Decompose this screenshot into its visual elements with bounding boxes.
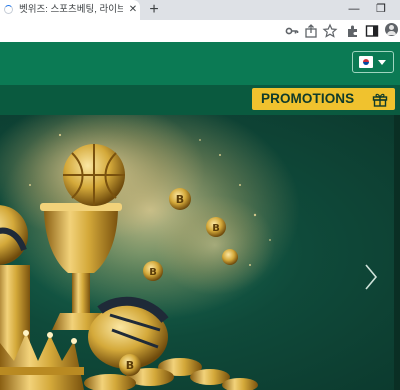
share-icon[interactable] [303,23,319,39]
svg-text:B: B [212,223,220,234]
svg-text:B: B [126,359,134,372]
loading-spinner-icon [4,5,13,14]
banner-artwork: B B B B [0,115,300,390]
svg-text:B: B [176,193,184,206]
minimize-button[interactable]: — [343,1,365,17]
sidebar-icon[interactable] [364,23,380,39]
promotions-button[interactable]: PROMOTIONS [252,88,395,110]
profile-head [389,25,394,30]
tab-title: 벳위즈: 스포츠베팅, 라이브카지노 [19,4,123,15]
restore-button[interactable]: ❐ [370,1,392,17]
svg-text:B: B [149,267,157,278]
new-tab-button[interactable]: + [146,1,162,19]
chevron-down-icon [378,60,386,65]
carousel-next-icon[interactable] [362,262,380,292]
hero-banner[interactable]: B B B B [0,115,400,390]
site-header [0,42,400,85]
language-selector[interactable] [352,51,394,73]
extensions-icon[interactable] [345,23,361,39]
browser-toolbar [0,20,400,42]
profile-avatar-icon[interactable] [385,23,398,36]
tab-close-icon[interactable]: ✕ [127,3,139,17]
south-korea-flag-icon [359,56,373,68]
browser-tab[interactable]: 벳위즈: 스포츠베팅, 라이브카지노 ✕ [0,0,140,20]
star-icon[interactable] [322,23,338,39]
profile-body [387,31,396,35]
promotions-label: PROMOTIONS [261,91,355,106]
browser-tab-strip: 벳위즈: 스포츠베팅, 라이브카지노 ✕ + — ❐ [0,0,400,20]
banner-edge [394,115,400,390]
gift-icon [372,91,388,107]
key-icon[interactable] [284,23,300,39]
flag-taegeuk [363,59,369,65]
